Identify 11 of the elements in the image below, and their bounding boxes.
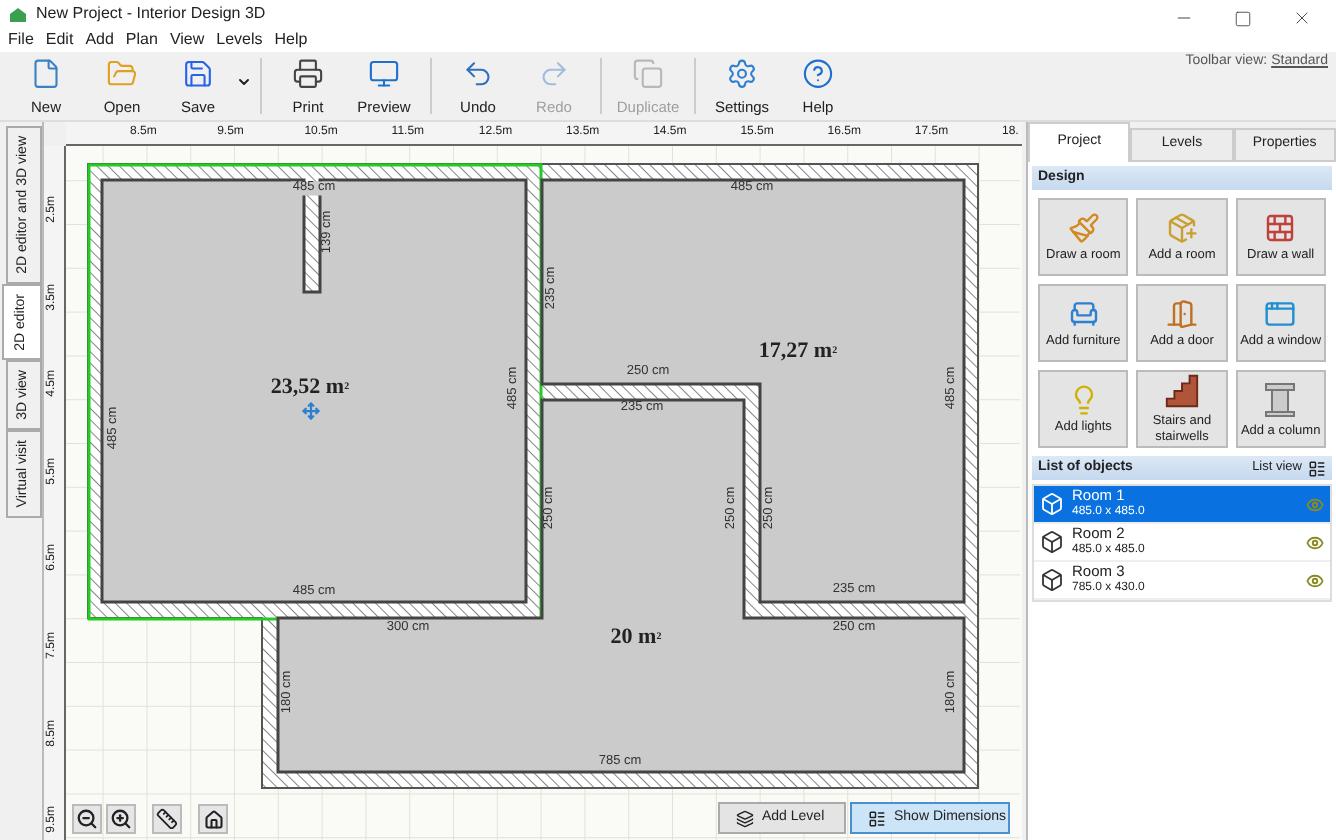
window-title: New Project - Interior Design 3D	[36, 2, 266, 26]
menu-item[interactable]: View	[169, 28, 205, 52]
menu-item[interactable]: File	[8, 28, 34, 52]
menu-item[interactable]: Edit	[45, 28, 74, 52]
room-area-label: 20 m$^{2}$	[610, 627, 662, 649]
menu-item[interactable]: Levels	[216, 28, 263, 52]
room-area-label: 23,52 m$^{2}$	[270, 377, 350, 399]
menu-item[interactable]: Plan	[125, 28, 158, 52]
menu-item[interactable]: Add	[85, 28, 114, 52]
menu-item[interactable]: Help	[274, 28, 308, 52]
room-area-label: 17,27 m$^{2}$	[758, 341, 838, 363]
